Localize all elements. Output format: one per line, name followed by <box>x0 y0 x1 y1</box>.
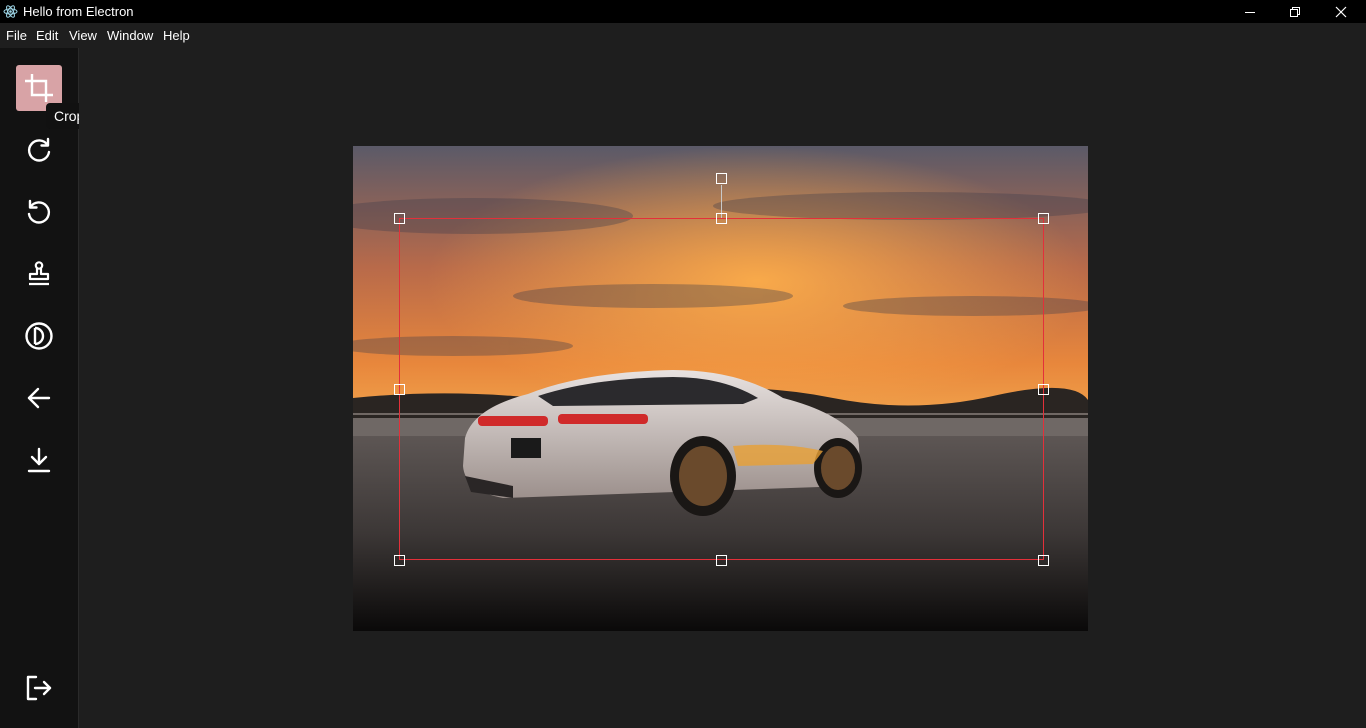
crop-handle-top-left[interactable] <box>394 213 405 224</box>
logout-button[interactable] <box>16 665 62 711</box>
crop-handle-right[interactable] <box>1038 384 1049 395</box>
menu-help[interactable]: Help <box>163 28 190 43</box>
close-window-button[interactable] <box>1318 0 1364 23</box>
restore-icon <box>1289 6 1301 18</box>
rotation-handle[interactable] <box>716 173 727 184</box>
electron-atom-icon <box>3 4 18 19</box>
stamp-icon <box>25 260 53 288</box>
crop-handle-bottom[interactable] <box>716 555 727 566</box>
download-button[interactable] <box>16 437 62 483</box>
download-icon <box>25 446 53 474</box>
close-icon <box>1335 6 1347 18</box>
tool-sidebar: Crop <box>0 48 93 728</box>
crop-handle-top[interactable] <box>716 213 727 224</box>
rotate-left-button[interactable] <box>16 189 62 235</box>
menu-bar: File Edit View Window Help <box>0 23 1366 48</box>
title-bar: Hello from Electron <box>0 0 1366 23</box>
contrast-icon <box>24 321 54 351</box>
arrow-left-icon <box>25 384 53 412</box>
crop-icon <box>25 74 53 102</box>
rotate-right-button[interactable] <box>16 127 62 173</box>
crop-handle-bottom-left[interactable] <box>394 555 405 566</box>
back-button[interactable] <box>16 375 62 421</box>
restore-button[interactable] <box>1272 0 1318 23</box>
window-title: Hello from Electron <box>23 4 134 19</box>
menu-file[interactable]: File <box>6 28 27 43</box>
minimize-icon <box>1244 6 1256 18</box>
logout-icon <box>25 674 53 702</box>
menu-view[interactable]: View <box>69 28 97 43</box>
filter-tool-button[interactable] <box>16 313 62 359</box>
crop-handle-bottom-right[interactable] <box>1038 555 1049 566</box>
menu-edit[interactable]: Edit <box>36 28 58 43</box>
crop-selection[interactable] <box>399 218 1044 560</box>
minimize-button[interactable] <box>1227 0 1273 23</box>
stamp-tool-button[interactable] <box>16 251 62 297</box>
crop-handle-top-right[interactable] <box>1038 213 1049 224</box>
crop-handle-left[interactable] <box>394 384 405 395</box>
rotate-clockwise-icon <box>25 136 53 164</box>
rotate-counterclockwise-icon <box>25 198 53 226</box>
menu-window[interactable]: Window <box>107 28 153 43</box>
